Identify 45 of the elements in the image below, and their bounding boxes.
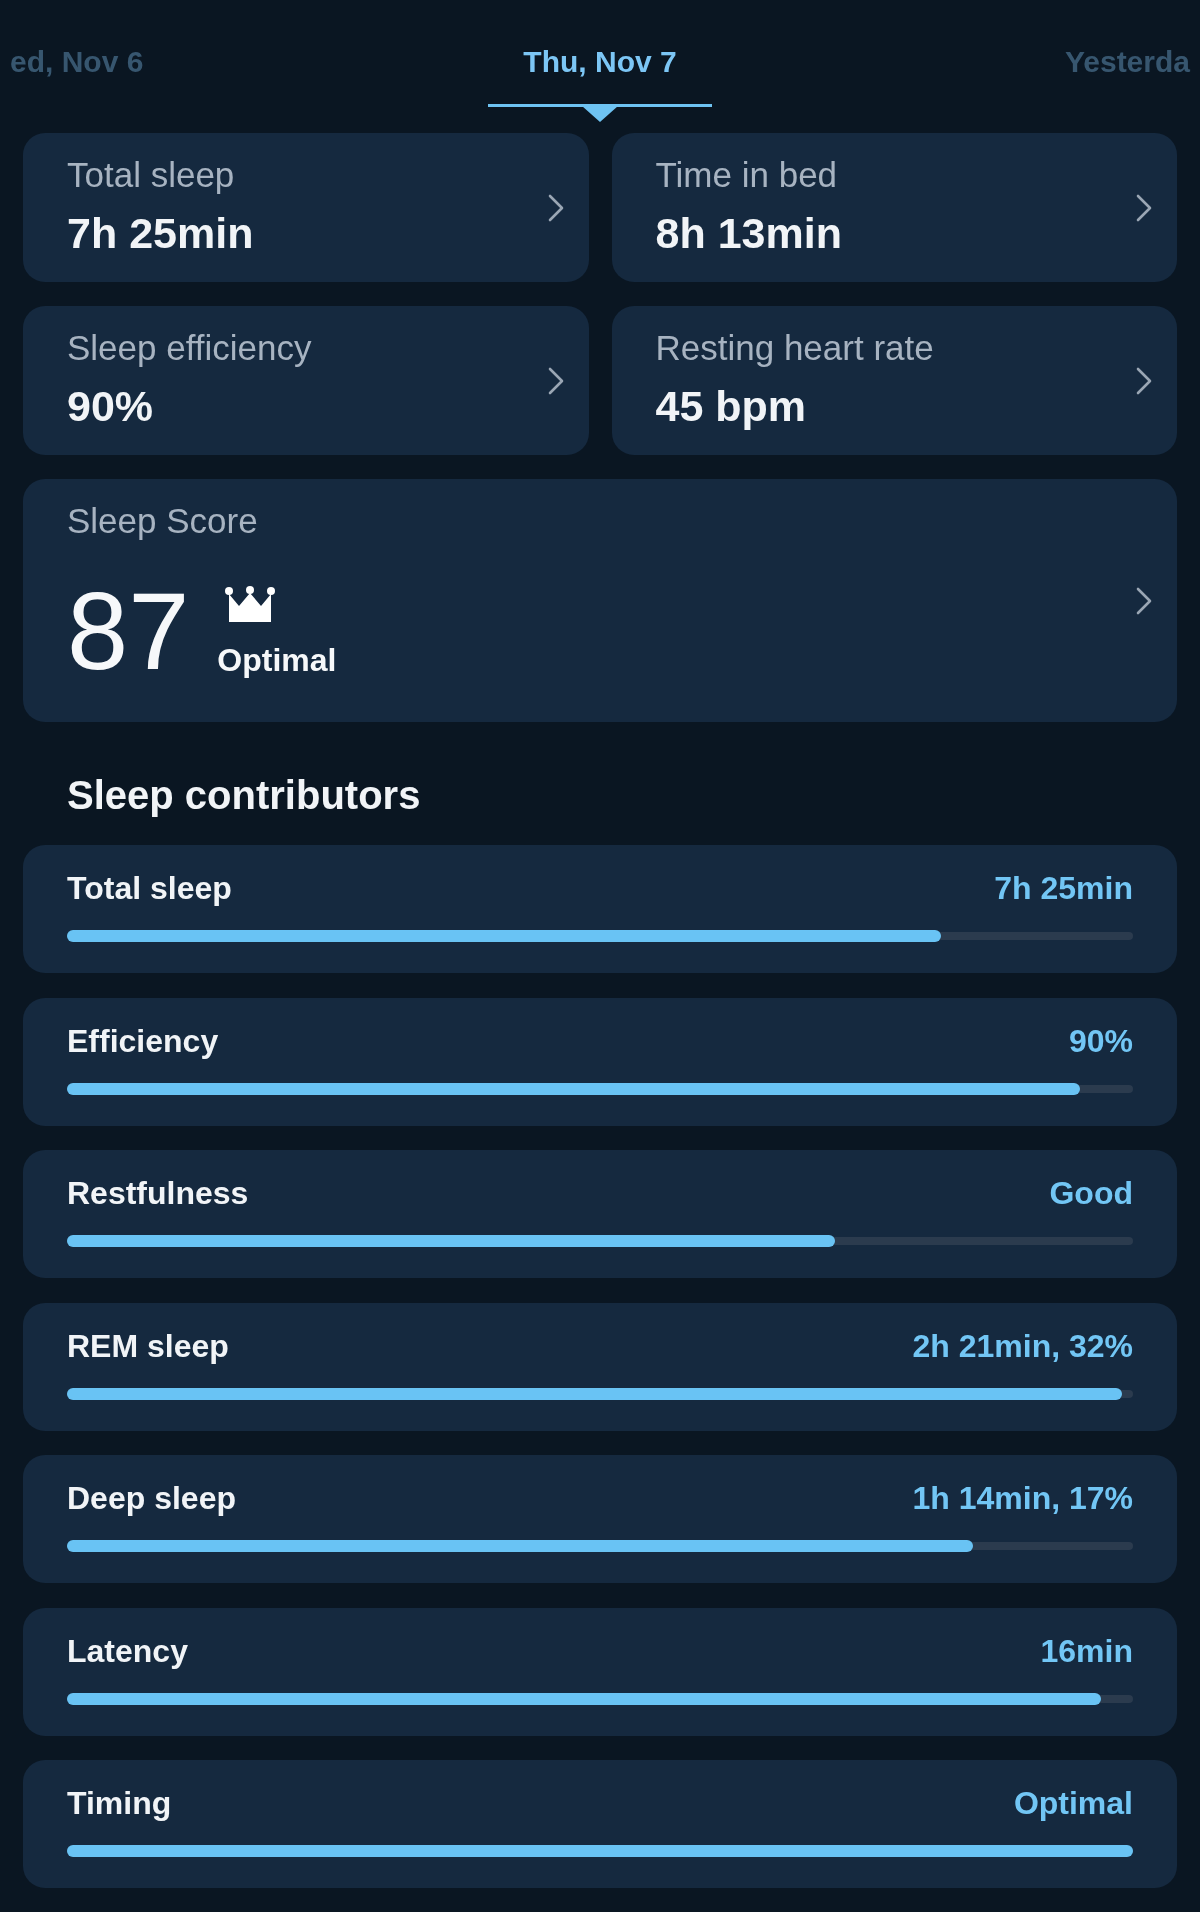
metric-card[interactable]: Total sleep 7h 25min xyxy=(23,133,589,282)
contributor-value: 7h 25min xyxy=(994,869,1133,908)
score-rating: Optimal xyxy=(217,642,337,678)
contributor-card[interactable]: Total sleep 7h 25min xyxy=(23,845,1177,973)
contributor-card[interactable]: Latency 16min xyxy=(23,1607,1177,1736)
contributor-card[interactable]: REM sleep 2h 21min, 32% xyxy=(23,1302,1177,1431)
contributor-card[interactable]: Restfulness Good xyxy=(23,1150,1177,1278)
chevron-right-icon xyxy=(1135,192,1153,223)
contributor-value: 2h 21min, 32% xyxy=(912,1326,1133,1366)
contributor-value: 16min xyxy=(1040,1631,1133,1671)
metric-value: 45 bpm xyxy=(655,382,807,430)
contributor-card[interactable]: Timing Optimal xyxy=(23,1760,1177,1888)
chevron-right-icon xyxy=(1135,585,1153,616)
contributor-card[interactable]: Efficiency 90% xyxy=(23,997,1177,1126)
score-value: 87 xyxy=(67,576,190,686)
contributor-label: Restfulness xyxy=(67,1174,249,1213)
metric-label: Time in bed xyxy=(655,154,838,196)
pointer-triangle-icon xyxy=(582,106,618,122)
metric-value: 7h 25min xyxy=(67,209,254,257)
contributor-label: Efficiency xyxy=(67,1021,219,1061)
crown-icon xyxy=(225,586,276,622)
metric-value: 90% xyxy=(67,382,154,430)
chevron-right-icon xyxy=(1135,365,1153,396)
contributor-label: Timing xyxy=(67,1784,172,1823)
metric-card[interactable]: Time in bed 8h 13min xyxy=(611,133,1177,282)
contributor-card[interactable]: Deep sleep 1h 14min, 17% xyxy=(23,1455,1177,1583)
metric-value: 8h 13min xyxy=(655,209,842,257)
contributor-value: Good xyxy=(1049,1174,1133,1213)
score-label: Sleep Score xyxy=(67,500,258,542)
contributor-value: 1h 14min, 17% xyxy=(912,1479,1133,1518)
chevron-right-icon xyxy=(546,192,565,223)
section-heading: Sleep contributors xyxy=(67,772,421,819)
contributor-label: Total sleep xyxy=(67,869,232,908)
contributor-label: Deep sleep xyxy=(67,1479,236,1518)
contributor-value: 90% xyxy=(1068,1021,1133,1061)
metric-label: Total sleep xyxy=(67,154,235,196)
contributor-label: Latency xyxy=(67,1631,188,1671)
metric-card[interactable]: Sleep efficiency 90% xyxy=(23,306,589,455)
metric-card[interactable]: Resting heart rate 45 bpm xyxy=(611,306,1177,455)
contributor-value: Optimal xyxy=(1013,1784,1133,1823)
sleep-score-card[interactable]: Sleep Score 87 Optimal xyxy=(23,479,1177,722)
metric-label: Resting heart rate xyxy=(655,327,934,369)
metric-label: Sleep efficiency xyxy=(67,327,312,369)
contributor-label: REM sleep xyxy=(67,1326,229,1366)
chevron-right-icon xyxy=(546,365,565,396)
